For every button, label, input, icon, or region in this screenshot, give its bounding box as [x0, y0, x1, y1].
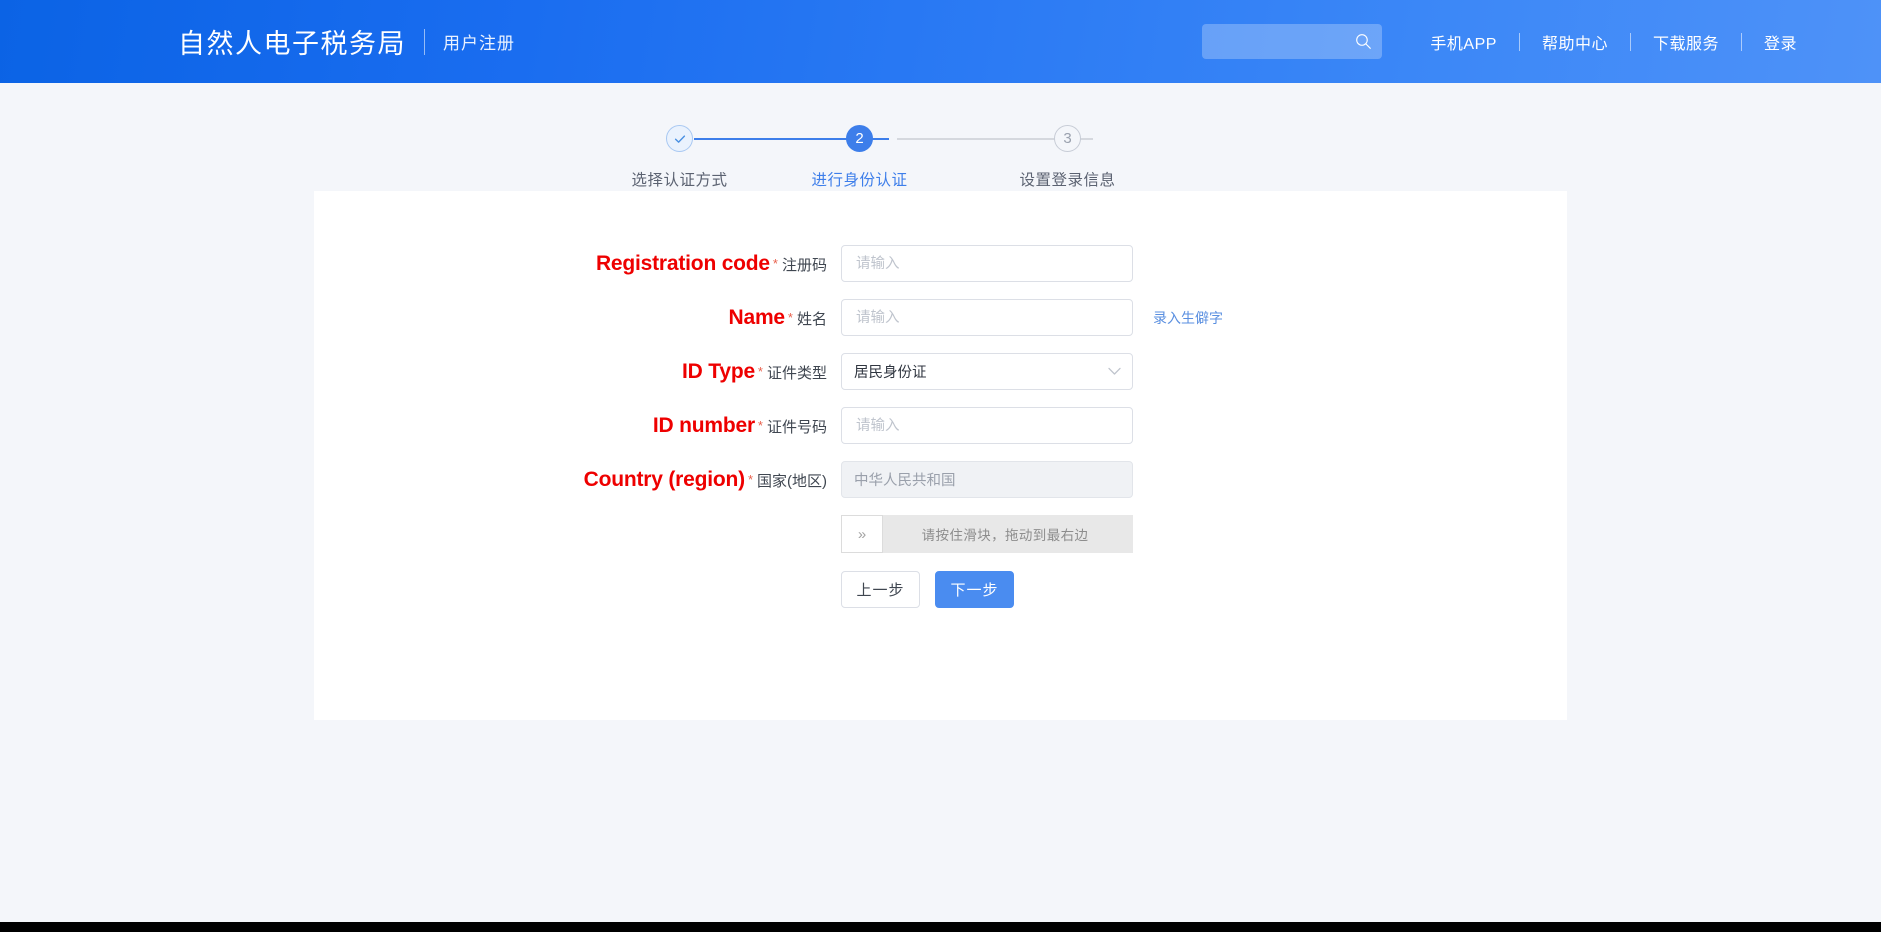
nav-item-help-center[interactable]: 帮助中心	[1520, 30, 1630, 54]
nav-item-mobile-app[interactable]: 手机APP	[1408, 30, 1519, 54]
header-right: 手机APP 帮助中心 下载服务 登录	[1202, 0, 1881, 83]
label-name: Name * 姓名	[314, 306, 841, 330]
annotation-registration-code: Registration code	[595, 251, 770, 275]
registration-code-field[interactable]	[841, 245, 1133, 282]
captcha-row: » 请按住滑块，拖动到最右边	[314, 515, 1567, 553]
step-2[interactable]: 2 进行身份认证	[780, 125, 940, 190]
form-row-id-number: ID number * 证件号码	[314, 407, 1567, 444]
required-marker: *	[787, 309, 793, 325]
annotation-id-number: ID number	[652, 413, 755, 437]
page-subtitle: 用户注册	[443, 34, 515, 53]
label-text-name: 姓名	[796, 310, 827, 328]
id-type-select[interactable]: 居民身份证	[841, 353, 1133, 390]
country-value: 中华人民共和国	[854, 473, 956, 489]
actions-spacer	[314, 571, 841, 608]
brand-title: 自然人电子税务局	[178, 29, 406, 59]
step-3-label: 设置登录信息	[1019, 172, 1116, 189]
slider-captcha[interactable]: » 请按住滑块，拖动到最右边	[841, 515, 1133, 553]
brand: 自然人电子税务局 用户注册	[178, 22, 515, 61]
label-country: Country (region) * 国家(地区)	[314, 468, 841, 492]
step-1-label: 选择认证方式	[631, 172, 728, 189]
annotation-country: Country (region)	[583, 467, 745, 491]
next-step-button[interactable]: 下一步	[935, 571, 1014, 608]
step-3[interactable]: 3 设置登录信息	[988, 125, 1148, 190]
brand-divider	[424, 28, 425, 55]
registration-code-input[interactable]	[854, 245, 1120, 282]
required-marker: *	[747, 471, 753, 487]
label-text-registration-code: 注册码	[781, 256, 827, 274]
label-text-country: 国家(地区)	[757, 472, 827, 490]
chevron-down-icon[interactable]	[1108, 367, 1121, 376]
label-text-id-number: 证件号码	[766, 418, 827, 436]
name-input[interactable]	[854, 299, 1120, 336]
nav-item-login[interactable]: 登录	[1742, 30, 1819, 54]
form-row-id-type: ID Type * 证件类型 居民身份证	[314, 353, 1567, 390]
id-type-selected-value: 居民身份证	[854, 365, 927, 381]
search-input[interactable]	[1202, 24, 1383, 59]
step-1[interactable]: 选择认证方式	[600, 125, 760, 190]
step-3-circle: 3	[1054, 125, 1081, 152]
required-marker: *	[757, 417, 763, 433]
id-number-input[interactable]	[854, 407, 1120, 444]
bottom-strip	[0, 922, 1881, 932]
annotation-id-type: ID Type	[682, 359, 755, 383]
country-field: 中华人民共和国	[841, 461, 1133, 498]
required-marker: *	[772, 255, 778, 271]
check-icon	[674, 134, 685, 143]
name-field[interactable]	[841, 299, 1133, 336]
registration-form-card: Registration code * 注册码 Name * 姓名 录入生僻字	[314, 191, 1567, 720]
step-2-label: 进行身份认证	[811, 172, 908, 189]
annotation-name: Name	[728, 305, 786, 329]
label-text-id-type: 证件类型	[766, 364, 827, 382]
slider-hint-text: 请按住滑块，拖动到最右边	[921, 528, 1089, 543]
form-row-registration-code: Registration code * 注册码	[314, 245, 1567, 282]
form-row-name: Name * 姓名 录入生僻字	[314, 299, 1567, 336]
nav-item-download-service[interactable]: 下载服务	[1631, 30, 1741, 54]
label-id-number: ID number * 证件号码	[314, 414, 841, 438]
captcha-spacer	[314, 515, 841, 553]
step-indicator: 选择认证方式 2 进行身份认证 3 设置登录信息	[611, 83, 1271, 189]
page-body: 选择认证方式 2 进行身份认证 3 设置登录信息 Registration co…	[0, 83, 1881, 932]
step-2-circle: 2	[846, 125, 873, 152]
label-id-type: ID Type * 证件类型	[314, 360, 841, 384]
header-nav: 手机APP 帮助中心 下载服务 登录	[1408, 30, 1819, 54]
step-1-circle	[666, 125, 693, 152]
app-header: 自然人电子税务局 用户注册 手机APP 帮助中心 下载服务 登录	[0, 0, 1881, 83]
slider-handle[interactable]: »	[841, 515, 883, 553]
form-row-country: Country (region) * 国家(地区) 中华人民共和国	[314, 461, 1567, 498]
search-box[interactable]	[1202, 24, 1383, 59]
id-number-field[interactable]	[841, 407, 1133, 444]
rare-character-input-link[interactable]: 录入生僻字	[1153, 308, 1223, 328]
form-actions: 上一步 下一步	[314, 571, 1567, 608]
label-registration-code: Registration code * 注册码	[314, 252, 841, 276]
previous-step-button[interactable]: 上一步	[841, 571, 920, 608]
required-marker: *	[757, 363, 763, 379]
